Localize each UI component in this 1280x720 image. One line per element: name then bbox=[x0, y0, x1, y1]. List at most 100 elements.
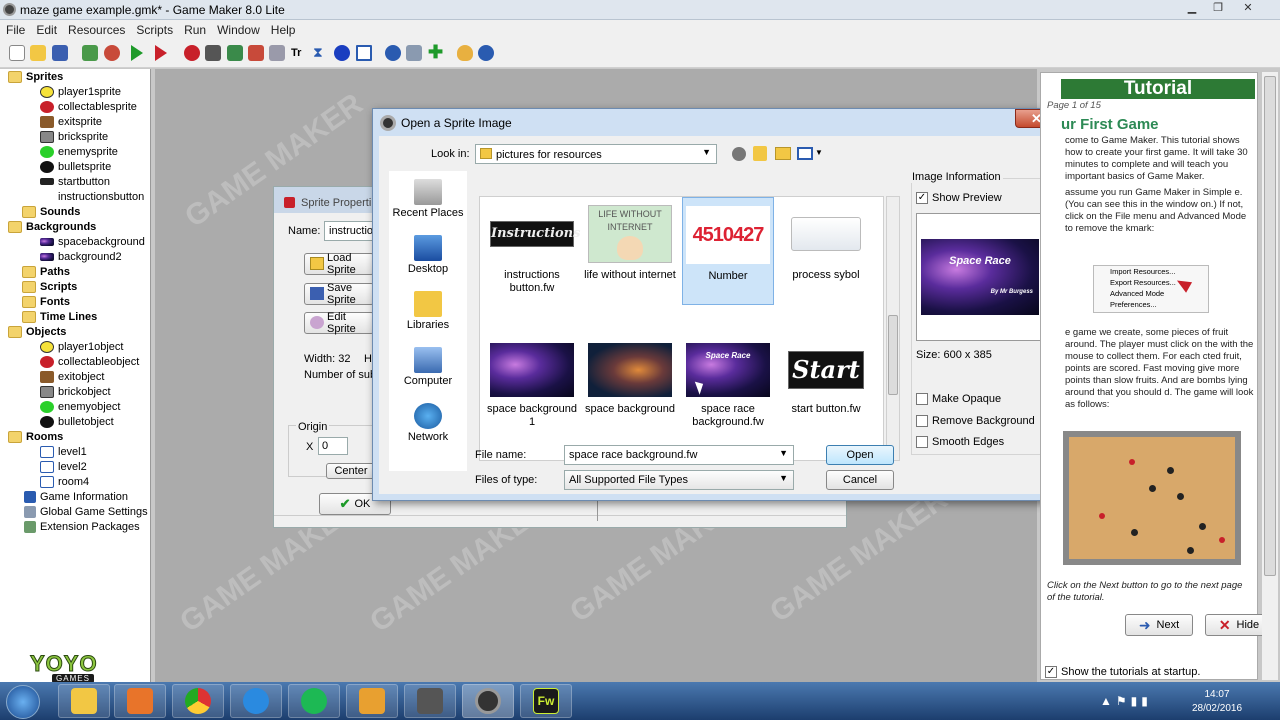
tree-item-brickobject[interactable]: brickobject bbox=[40, 384, 111, 399]
tree-folder-rooms[interactable]: Rooms bbox=[8, 429, 63, 444]
add-path-icon[interactable] bbox=[248, 45, 264, 61]
sprite-name-input[interactable]: instruction bbox=[324, 221, 379, 241]
view-menu-icon[interactable] bbox=[797, 147, 813, 160]
tree-item-room4[interactable]: room4 bbox=[40, 474, 89, 489]
tutorial-icon[interactable] bbox=[457, 45, 473, 61]
extension-packages-icon[interactable]: ✚ bbox=[428, 42, 444, 62]
smooth-edges-checkbox[interactable] bbox=[916, 436, 928, 448]
tree-item-startbutton[interactable]: startbutton bbox=[40, 174, 110, 189]
scrollbar-thumb[interactable] bbox=[1264, 76, 1276, 576]
taskbar-hypercam[interactable] bbox=[404, 684, 456, 718]
show-preview-checkbox[interactable]: ✓ bbox=[916, 192, 928, 204]
menu-help[interactable]: Help bbox=[265, 20, 301, 37]
origin-x-input[interactable]: 0 bbox=[318, 437, 348, 455]
start-button[interactable] bbox=[6, 685, 40, 719]
file-item[interactable]: Start start button.fw bbox=[780, 343, 872, 416]
tree-folder-paths[interactable]: Paths bbox=[22, 264, 70, 279]
add-background-icon[interactable] bbox=[227, 45, 243, 61]
place-network[interactable]: Network bbox=[389, 403, 467, 443]
close-button[interactable]: ✕ bbox=[1236, 1, 1260, 17]
system-tray-icons[interactable]: ▲⚑▮▮ bbox=[1100, 694, 1152, 708]
place-recent-places[interactable]: Recent Places bbox=[389, 179, 467, 219]
tree-item-enemyobject[interactable]: enemyobject bbox=[40, 399, 120, 414]
run-icon[interactable] bbox=[131, 45, 143, 61]
taskbar-media-player[interactable] bbox=[114, 684, 166, 718]
tree-item-exitobject[interactable]: exitobject bbox=[40, 369, 104, 384]
tutorial-scrollbar[interactable] bbox=[1262, 72, 1278, 680]
file-item[interactable]: LIFE WITHOUT INTERNET life without inter… bbox=[584, 205, 676, 282]
taskbar-spotify[interactable] bbox=[288, 684, 340, 718]
tree-item-collectablesprite[interactable]: collectablesprite bbox=[40, 99, 137, 114]
menu-run[interactable]: Run bbox=[178, 20, 211, 37]
show-tutorials-checkbox[interactable]: ✓ bbox=[1045, 666, 1057, 678]
taskbar-chrome[interactable] bbox=[172, 684, 224, 718]
cancel-button[interactable]: Cancel bbox=[826, 470, 894, 490]
remove-background-checkbox[interactable] bbox=[916, 415, 928, 427]
chevron-down-icon[interactable]: ▼ bbox=[815, 148, 823, 157]
tree-folder-sprites[interactable]: Sprites bbox=[8, 69, 63, 84]
global-settings-icon[interactable] bbox=[406, 45, 422, 61]
taskbar-game-maker[interactable] bbox=[462, 684, 514, 718]
add-sprite-icon[interactable] bbox=[184, 45, 200, 61]
tree-item-instructionsbutton[interactable]: instructionsbutton bbox=[58, 189, 144, 204]
minimize-button[interactable]: ▁ bbox=[1180, 1, 1204, 17]
menu-scripts[interactable]: Scripts bbox=[130, 20, 178, 37]
tree-item-global-game-settings[interactable]: Global Game Settings bbox=[24, 504, 148, 519]
back-icon[interactable] bbox=[732, 147, 746, 161]
menu-window[interactable]: Window bbox=[211, 20, 265, 37]
tree-item-background2[interactable]: background2 bbox=[40, 249, 122, 264]
tree-folder-fonts[interactable]: Fonts bbox=[22, 294, 70, 309]
tree-item-bulletsprite[interactable]: bulletsprite bbox=[40, 159, 111, 174]
tree-item-game-information[interactable]: Game Information bbox=[24, 489, 128, 504]
taskbar-outlook[interactable] bbox=[346, 684, 398, 718]
add-sound-icon[interactable] bbox=[205, 45, 221, 61]
tree-item-exitsprite[interactable]: exitsprite bbox=[40, 114, 102, 129]
file-item[interactable]: space background bbox=[584, 343, 676, 416]
taskbar-internet-explorer[interactable] bbox=[230, 684, 282, 718]
files-of-type-dropdown[interactable]: All Supported File Types ▼ bbox=[564, 470, 794, 490]
system-clock[interactable]: 14:07 28/02/2016 bbox=[1190, 688, 1244, 716]
help-icon[interactable] bbox=[478, 45, 494, 61]
make-opaque-checkbox[interactable] bbox=[916, 393, 928, 405]
maximize-button[interactable]: ❐ bbox=[1206, 1, 1230, 17]
next-button[interactable]: ➜ Next bbox=[1125, 614, 1193, 636]
taskbar-explorer[interactable] bbox=[58, 684, 110, 718]
file-item[interactable]: space background 1 bbox=[486, 343, 578, 429]
place-computer[interactable]: Computer bbox=[389, 347, 467, 387]
tree-item-player1object[interactable]: player1object bbox=[40, 339, 123, 354]
tree-folder-backgrounds[interactable]: Backgrounds bbox=[8, 219, 96, 234]
menu-edit[interactable]: Edit bbox=[30, 20, 62, 37]
save-icon[interactable] bbox=[52, 45, 68, 61]
menu-file[interactable]: File bbox=[0, 20, 30, 37]
open-button[interactable]: Open bbox=[826, 445, 894, 465]
create-executable-icon[interactable] bbox=[82, 45, 98, 61]
tree-item-player1sprite[interactable]: player1sprite bbox=[40, 84, 121, 99]
tree-item-level1[interactable]: level1 bbox=[40, 444, 87, 459]
file-item-selected[interactable]: 4510427 Number bbox=[682, 197, 774, 305]
tree-item-extension-packages[interactable]: Extension Packages bbox=[24, 519, 140, 534]
new-folder-icon[interactable] bbox=[775, 147, 791, 160]
game-information-icon[interactable] bbox=[385, 45, 401, 61]
tree-item-spacebackground[interactable]: spacebackground bbox=[40, 234, 145, 249]
look-in-dropdown[interactable]: pictures for resources ▼ bbox=[475, 144, 717, 164]
up-folder-icon[interactable] bbox=[753, 146, 767, 161]
tree-item-level2[interactable]: level2 bbox=[40, 459, 87, 474]
menu-resources[interactable]: Resources bbox=[62, 20, 130, 37]
add-object-icon[interactable] bbox=[334, 45, 350, 61]
place-libraries[interactable]: Libraries bbox=[389, 291, 467, 331]
add-font-icon[interactable]: Tr bbox=[291, 47, 307, 63]
file-item[interactable]: process sybol bbox=[780, 205, 872, 282]
publish-icon[interactable] bbox=[104, 45, 120, 61]
tree-item-bulletobject[interactable]: bulletobject bbox=[40, 414, 114, 429]
tree-item-enemysprite[interactable]: enemysprite bbox=[40, 144, 118, 159]
new-file-icon[interactable] bbox=[9, 45, 25, 61]
file-item[interactable]: Instructions instructions button.fw bbox=[486, 205, 580, 295]
tree-item-collectableobject[interactable]: collectableobject bbox=[40, 354, 139, 369]
taskbar-fireworks[interactable]: Fw bbox=[520, 684, 572, 718]
place-desktop[interactable]: Desktop bbox=[389, 235, 467, 275]
tree-item-bricksprite[interactable]: bricksprite bbox=[40, 129, 108, 144]
add-timeline-icon[interactable]: ⧗ bbox=[313, 44, 329, 60]
tree-folder-timelines[interactable]: Time Lines bbox=[22, 309, 97, 324]
tree-folder-scripts[interactable]: Scripts bbox=[22, 279, 77, 294]
center-button[interactable]: Center bbox=[326, 463, 376, 479]
